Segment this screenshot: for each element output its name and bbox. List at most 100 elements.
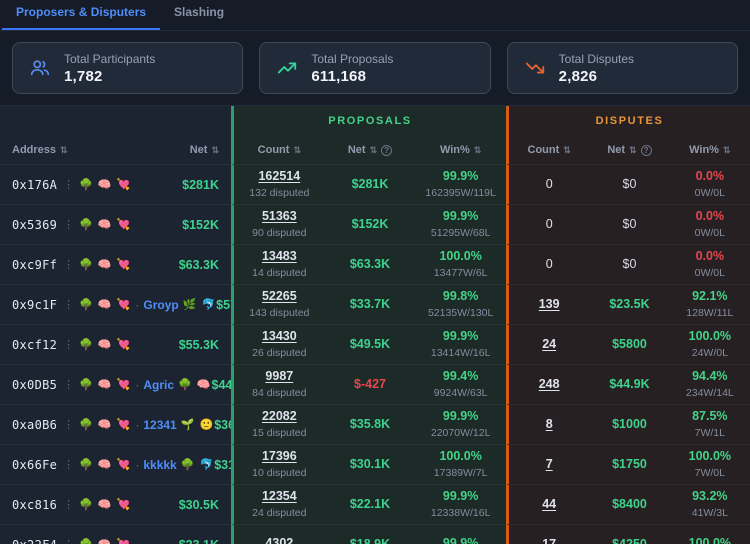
tag-link[interactable]: 12341: [143, 418, 176, 432]
address-link[interactable]: 0x0DB5: [12, 378, 57, 392]
table-row[interactable]: 0xa0B6 ⋮ 🌳 🧠 💘 · 12341 🌱 🙂 $36.8K 22082 …: [0, 404, 750, 444]
dispute-win-loss: 234W/14L: [685, 386, 734, 399]
table-row[interactable]: 0xcf12 ⋮ 🌳 🧠 💘 · $55.3K 13430 26 dispute…: [0, 324, 750, 364]
sort-icon: ⇅: [722, 144, 731, 155]
proposal-win-loss: 13414W/16L: [430, 346, 491, 359]
header-dispute-count[interactable]: Count ⇅: [509, 144, 589, 156]
menu-dots-icon[interactable]: ⋮: [63, 498, 74, 511]
header-proposal-win[interactable]: Win% ⇅: [415, 144, 506, 156]
dispute-win-loss: 0W/0L: [694, 186, 725, 199]
table-row[interactable]: 0x66Fe ⋮ 🌳 🧠 💘 · kkkkk 🌳 🐬 $31.8K 17396 …: [0, 444, 750, 484]
proposal-count-link[interactable]: 162514: [258, 169, 300, 185]
card-total-proposals: Total Proposals 611,168: [259, 42, 491, 94]
dispute-count-link: 0: [545, 176, 553, 191]
proposal-disputed-count: 10 disputed: [252, 466, 307, 479]
help-icon[interactable]: ?: [640, 144, 652, 156]
table-row[interactable]: 0xc9Ff ⋮ 🌳 🧠 💘 · $63.3K 13483 14 dispute…: [0, 244, 750, 284]
address-emojis: 🌳 🧠 💘: [79, 379, 132, 391]
dispute-count-link[interactable]: 44: [542, 497, 556, 513]
tab-proposers-disputers[interactable]: Proposers & Disputers: [2, 0, 161, 30]
table-row[interactable]: 0x176A ⋮ 🌳 🧠 💘 · $281K 162514 132 disput…: [0, 164, 750, 204]
header-proposal-net[interactable]: Net ⇅ ?: [325, 144, 416, 156]
header-dispute-net[interactable]: Net ⇅ ?: [589, 144, 669, 156]
sort-icon: ⇅: [563, 144, 571, 155]
help-icon[interactable]: ?: [381, 144, 393, 156]
header-proposal-count[interactable]: Count ⇅: [234, 144, 325, 156]
menu-dots-icon[interactable]: ⋮: [63, 218, 74, 231]
dispute-win-pct: 87.5%: [692, 409, 728, 424]
tag-link[interactable]: Agric: [143, 378, 174, 392]
sort-icon: ⇅: [211, 144, 219, 155]
proposal-count-link[interactable]: 52265: [262, 289, 297, 305]
table-row[interactable]: 0x0DB5 ⋮ 🌳 🧠 💘 · Agric 🌳 🧠 $44.5K 9987 8…: [0, 364, 750, 404]
stat-cards: Total Participants 1,782 Total Proposals…: [0, 31, 750, 94]
menu-dots-icon[interactable]: ⋮: [63, 538, 74, 544]
address-link[interactable]: 0xc9Ff: [12, 258, 57, 272]
menu-dots-icon[interactable]: ⋮: [63, 338, 74, 351]
table-row[interactable]: 0xc816 ⋮ 🌳 🧠 💘 · $30.5K 12354 24 dispute…: [0, 484, 750, 524]
dispute-net-value: $4250: [612, 536, 647, 544]
menu-dots-icon[interactable]: ⋮: [63, 298, 74, 311]
header-net[interactable]: Net ⇅: [190, 144, 219, 156]
menu-dots-icon[interactable]: ⋮: [63, 258, 74, 271]
proposal-count-link[interactable]: 51363: [262, 209, 297, 225]
menu-dots-icon[interactable]: ⋮: [63, 418, 74, 431]
tab-slashing[interactable]: Slashing: [160, 0, 238, 30]
address-link[interactable]: 0xcf12: [12, 338, 57, 352]
header-dispute-win[interactable]: Win% ⇅: [670, 144, 750, 156]
address-link[interactable]: 0xc816: [12, 498, 57, 512]
menu-dots-icon[interactable]: ⋮: [63, 378, 74, 391]
sort-icon: ⇅: [473, 144, 482, 155]
proposal-count-link[interactable]: 9987: [265, 369, 293, 385]
tag-link[interactable]: Groyp: [143, 298, 178, 312]
dispute-count-link[interactable]: 139: [539, 297, 560, 313]
proposal-count-link[interactable]: 22082: [262, 409, 297, 425]
dispute-count-link[interactable]: 248: [539, 377, 560, 393]
address-link[interactable]: 0xa0B6: [12, 418, 57, 432]
address-tag: · 12341 🌱 🙂: [131, 418, 214, 432]
proposal-disputed-count: 24 disputed: [252, 506, 307, 519]
proposal-disputed-count: 143 disputed: [249, 306, 310, 319]
dispute-count-link[interactable]: 24: [542, 337, 556, 353]
menu-dots-icon[interactable]: ⋮: [63, 458, 74, 471]
dispute-count-link[interactable]: 17: [542, 537, 556, 544]
menu-dots-icon[interactable]: ⋮: [63, 178, 74, 191]
dispute-net-value: $23.5K: [609, 296, 650, 311]
table-row[interactable]: 0x22F4 ⋮ 🌳 🧠 💘 · $23.1K 4302 $18.9K 99.9…: [0, 524, 750, 544]
dispute-net-value: $44.9K: [609, 376, 650, 391]
proposal-net-value: $33.7K: [349, 296, 391, 311]
dispute-win-pct: 100.0%: [688, 329, 732, 344]
proposals-section-label: PROPOSALS: [328, 115, 412, 127]
table-row[interactable]: 0x5369 ⋮ 🌳 🧠 💘 · $152K 51363 90 disputed…: [0, 204, 750, 244]
net-value: $55.3K: [178, 337, 219, 352]
proposal-net-value: $281K: [351, 176, 389, 191]
table-row[interactable]: 0x9c1F ⋮ 🌳 🧠 💘 · Groyp 🌿 🐬 $57.2K 52265 …: [0, 284, 750, 324]
dispute-count-link[interactable]: 8: [546, 417, 553, 433]
users-icon: [30, 60, 50, 76]
dispute-count-link[interactable]: 7: [546, 457, 553, 473]
sort-icon: ⇅: [629, 144, 637, 155]
proposal-win-pct: 100.0%: [439, 249, 482, 264]
address-link[interactable]: 0x5369: [12, 218, 57, 232]
address-link[interactable]: 0x9c1F: [12, 298, 57, 312]
proposal-win-pct: 99.4%: [442, 369, 479, 384]
address-link[interactable]: 0x22F4: [12, 538, 57, 544]
address-emojis: 🌳 🧠 💘: [79, 179, 132, 191]
proposal-count-link[interactable]: 12354: [262, 489, 297, 505]
proposal-count-link[interactable]: 13483: [262, 249, 297, 265]
address-emojis: 🌳 🧠 💘: [79, 459, 132, 471]
dispute-win-loss: 41W/3L: [691, 506, 728, 519]
proposal-win-loss: 12338W/16L: [430, 506, 491, 519]
header-address[interactable]: Address ⇅: [12, 144, 68, 156]
tag-link[interactable]: kkkkk: [143, 458, 176, 472]
dispute-win-loss: 0W/0L: [694, 266, 725, 279]
address-link[interactable]: 0x176A: [12, 178, 57, 192]
proposal-count-link[interactable]: 4302: [265, 536, 293, 544]
address-tag: · kkkkk 🌳 🐬: [131, 458, 214, 472]
proposal-count-link[interactable]: 17396: [262, 449, 297, 465]
address-link[interactable]: 0x66Fe: [12, 458, 57, 472]
proposal-win-pct: 99.9%: [442, 535, 479, 544]
proposal-count-link[interactable]: 13430: [262, 329, 297, 345]
dispute-net-value: $1750: [612, 456, 647, 471]
address-tag: · Agric 🌳 🧠: [131, 378, 211, 392]
